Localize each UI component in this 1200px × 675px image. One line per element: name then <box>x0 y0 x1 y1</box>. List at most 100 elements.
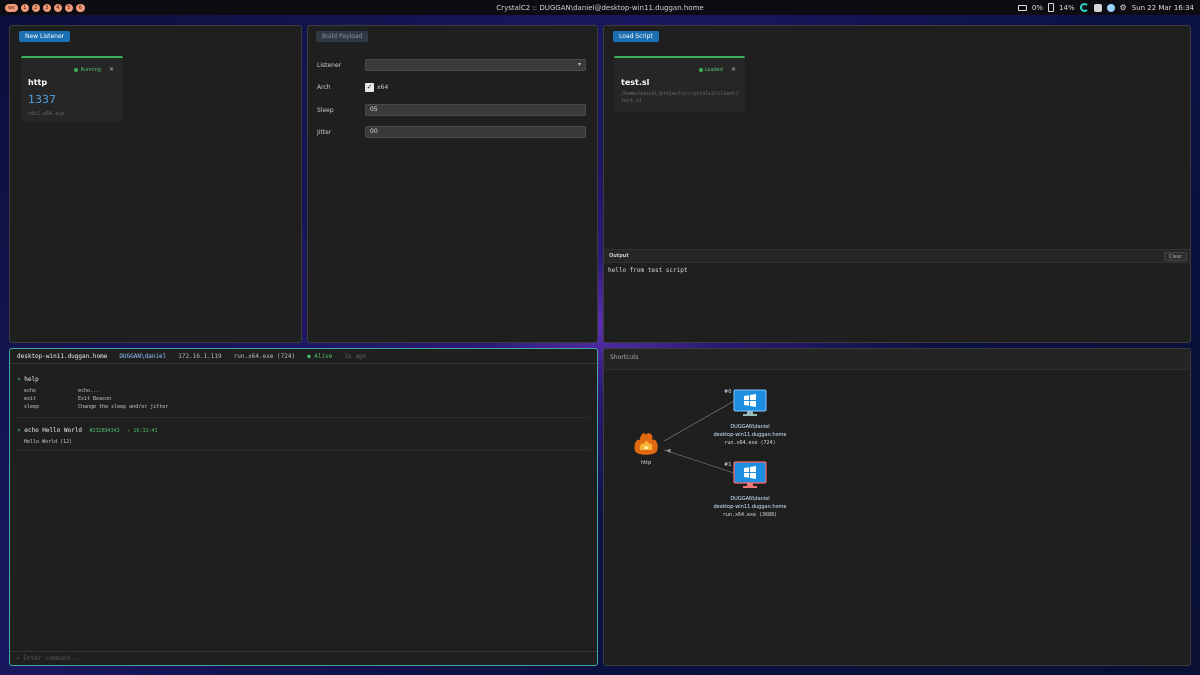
workspace-3[interactable]: 3 <box>42 3 51 12</box>
console-entry: » help <box>17 376 39 383</box>
alive-badge: ● Alive <box>307 352 333 360</box>
system-tray: 0% 14% ⚙ Sun 22 Mar 16:34 <box>1017 0 1194 15</box>
windows-monitor-alert-icon <box>733 461 767 488</box>
gear-icon[interactable]: ⚙ <box>1120 3 1127 12</box>
tray-app-icon[interactable] <box>1093 3 1102 12</box>
listener-node-label: http <box>640 460 652 466</box>
output-header: Output Clear <box>604 249 1190 263</box>
listener-label: Listener <box>317 62 342 69</box>
script-name: test.sl <box>621 78 650 87</box>
shortcuts-panel: Shortcuts http #0 DUGGAN\daniel desktop-… <box>603 348 1191 666</box>
console-header: desktop-win11.duggan.home DUGGAN\daniel … <box>10 349 597 364</box>
listener-port: 1337 <box>28 93 56 106</box>
close-icon[interactable]: × <box>109 66 114 73</box>
monitor-icon <box>1017 4 1027 11</box>
console-ip: 172.16.1.119 <box>178 352 222 360</box>
clear-button[interactable]: Clear <box>1163 252 1187 261</box>
beacon-process: run.x64.exe (724) <box>724 440 776 446</box>
command-text: help <box>24 376 39 383</box>
listener-file: sdc2.x64.zip <box>28 111 65 117</box>
jitter-label: Jitter <box>317 129 332 136</box>
arch-checkbox[interactable]: ✓ <box>365 83 374 92</box>
status-dot-icon <box>74 67 79 72</box>
shortcuts-header: Shortcuts <box>604 349 1190 370</box>
output-title: Output <box>609 253 629 259</box>
script-card[interactable]: Loaded × test.sl /home/daniel/projects/cr… <box>614 56 745 112</box>
beacon-host: desktop-win11.duggan.home <box>713 504 787 510</box>
command-input[interactable]: » Enter command... <box>10 651 597 665</box>
app-c-icon[interactable] <box>1079 3 1089 12</box>
steam-icon[interactable] <box>1106 3 1115 12</box>
beacon-host: desktop-win11.duggan.home <box>713 432 787 438</box>
help-desc: echo... <box>78 388 100 394</box>
help-desc: Change the sleep and/or jitter <box>78 404 169 410</box>
help-row: exit Exit Beacon <box>24 396 111 402</box>
listener-card[interactable]: Running × http 1337 sdc2.x64.zip <box>21 56 123 122</box>
divider <box>17 417 590 418</box>
beacon-user: DUGGAN\daniel <box>730 424 770 430</box>
new-listener-button[interactable]: New Listener <box>19 31 71 42</box>
beacon-node[interactable] <box>733 389 767 417</box>
console-host: desktop-win11.duggan.home <box>17 352 108 360</box>
help-cmd: echo <box>24 388 37 394</box>
help-cmd: sleep <box>24 404 40 410</box>
build-payload-button[interactable]: Build Payload <box>316 31 369 42</box>
echo-output: Hello World (12) <box>24 439 73 445</box>
beacon-graph <box>663 400 735 474</box>
workspace-switcher: ws 1 2 3 4 5 6 <box>5 3 85 12</box>
workspace-label[interactable]: ws <box>5 3 18 12</box>
divider <box>17 450 590 451</box>
workspace-2[interactable]: 2 <box>31 3 40 12</box>
cpu-usage: 0% <box>1031 3 1043 12</box>
help-desc: Exit Beacon <box>78 396 112 402</box>
task-complete: ✓ 16:32:41 <box>127 428 158 434</box>
beacon-user: DUGGAN\daniel <box>730 496 770 502</box>
battery-level: 14% <box>1058 3 1075 12</box>
jitter-input[interactable]: 00 <box>365 126 586 138</box>
status-dot-icon <box>698 67 703 72</box>
listener-status-text: Running <box>80 67 101 73</box>
script-status-text: Loaded <box>704 67 723 73</box>
workspace-5[interactable]: 5 <box>64 3 73 12</box>
workspace-6[interactable]: 6 <box>75 3 85 12</box>
workspace-4[interactable]: 4 <box>53 3 62 12</box>
sleep-input[interactable]: 05 <box>365 104 586 116</box>
beacon-process: run.x64.exe (3688) <box>722 512 778 518</box>
last-seen: 3s ago <box>344 352 367 360</box>
battery-icon <box>1047 3 1054 12</box>
listener-select[interactable]: ▾ <box>365 59 586 71</box>
top-bar: ws 1 2 3 4 5 6 CrystalC2 :: DUGGAN\danie… <box>0 0 1200 15</box>
prompt-icon: » <box>17 427 21 434</box>
beacon-index: #1 <box>724 462 732 468</box>
help-row: sleep Change the sleep and/or jitter <box>24 404 168 410</box>
output-text: hello from test script <box>608 267 688 274</box>
console-entry: » echo Hello World #232894342 ✓ 16:32:41 <box>17 427 158 434</box>
sleep-label: Sleep <box>317 107 334 114</box>
console-user: DUGGAN\daniel <box>119 352 167 360</box>
payload-panel: Build Payload Listener ▾ Arch ✓ x64 Slee… <box>307 25 598 343</box>
beacon-label: DUGGAN\daniel desktop-win11.duggan.home … <box>700 423 800 447</box>
beacon-console: desktop-win11.duggan.home DUGGAN\daniel … <box>9 348 598 666</box>
listener-name: http <box>28 78 48 87</box>
arch-label: Arch <box>317 84 331 91</box>
prompt-icon: » <box>17 376 21 383</box>
listener-node[interactable] <box>631 429 661 457</box>
help-cmd: exit <box>24 396 37 402</box>
workspace-1[interactable]: 1 <box>20 3 29 12</box>
beacon-index: #0 <box>724 389 732 395</box>
script-status: Loaded × <box>698 66 736 73</box>
beacon-label: DUGGAN\daniel desktop-win11.duggan.home … <box>700 495 800 519</box>
close-icon[interactable]: × <box>731 66 736 73</box>
arch-option-label: x64 <box>377 84 389 91</box>
windows-monitor-icon <box>733 389 767 416</box>
listener-status: Running × <box>74 66 114 73</box>
clock: Sun 22 Mar 16:34 <box>1131 3 1194 12</box>
load-script-button[interactable]: Load Script <box>613 31 659 42</box>
script-path: /home/daniel/projects/crystalc2/client/t… <box>621 91 739 104</box>
console-process: run.x64.exe (724) <box>233 352 296 360</box>
beacon-node[interactable] <box>733 461 767 489</box>
chevron-down-icon: ▾ <box>577 61 581 68</box>
fire-icon <box>634 433 658 455</box>
command-text: echo Hello World <box>24 427 83 434</box>
scripts-panel: Load Script Loaded × test.sl /home/daniel… <box>603 25 1191 343</box>
